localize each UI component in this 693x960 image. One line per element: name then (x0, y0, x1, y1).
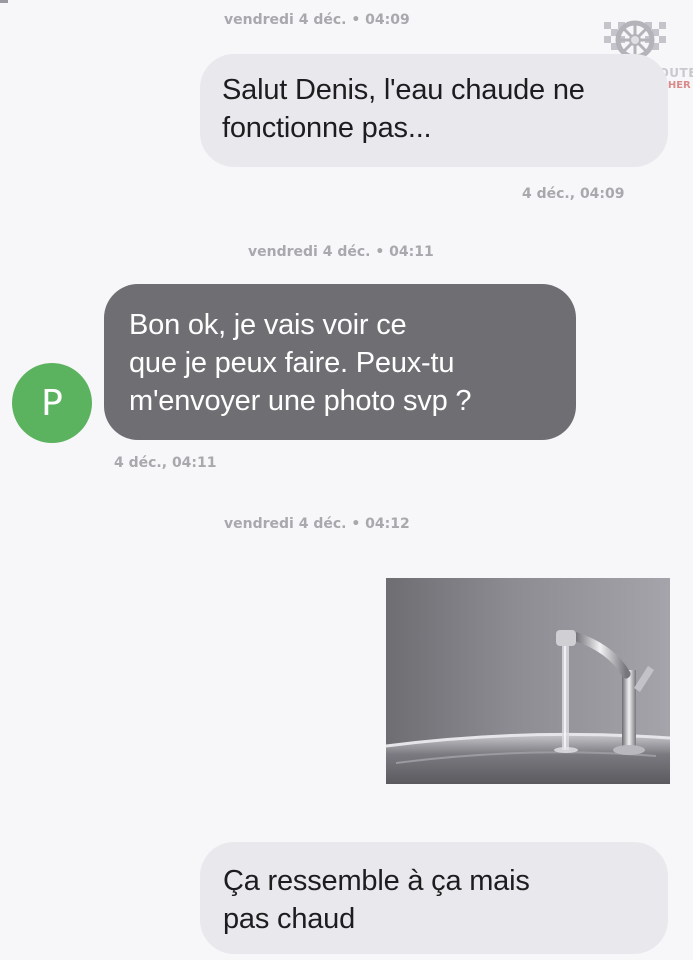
conversation-view: DANS LE DOUTE PIED AU PLANCHER vendredi … (0, 0, 693, 960)
message-bubble-outgoing[interactable]: Ça ressemble à ça mais pas chaud (200, 842, 668, 954)
avatar[interactable]: P (12, 363, 92, 443)
message-line: Ça ressemble à ça mais (223, 865, 530, 897)
message-line: fonctionne pas... (222, 112, 432, 144)
message-bubble-incoming[interactable]: Bon ok, je vais voir ce que je peux fair… (104, 284, 576, 440)
message-line: m'envoyer une photo svp ? (129, 385, 472, 417)
photo-attachment[interactable] (386, 578, 670, 784)
message-timestamp: 4 déc., 04:11 (114, 455, 217, 471)
message-line: Bon ok, je vais voir ce (129, 309, 407, 341)
message-line: que je peux faire. Peux-tu (129, 347, 455, 379)
date-header: vendredi 4 déc. • 04:09 (224, 12, 410, 28)
sink-tap-image (386, 578, 670, 784)
date-header: vendredi 4 déc. • 04:11 (248, 244, 434, 260)
date-header: vendredi 4 déc. • 04:12 (224, 516, 410, 532)
message-line: Salut Denis, l'eau chaude ne (222, 74, 585, 106)
message-bubble-outgoing[interactable]: Salut Denis, l'eau chaude ne fonctionne … (200, 54, 668, 167)
message-timestamp: 4 déc., 04:09 (522, 186, 625, 202)
message-line: pas chaud (223, 903, 356, 935)
status-bar-fragment (0, 0, 8, 3)
